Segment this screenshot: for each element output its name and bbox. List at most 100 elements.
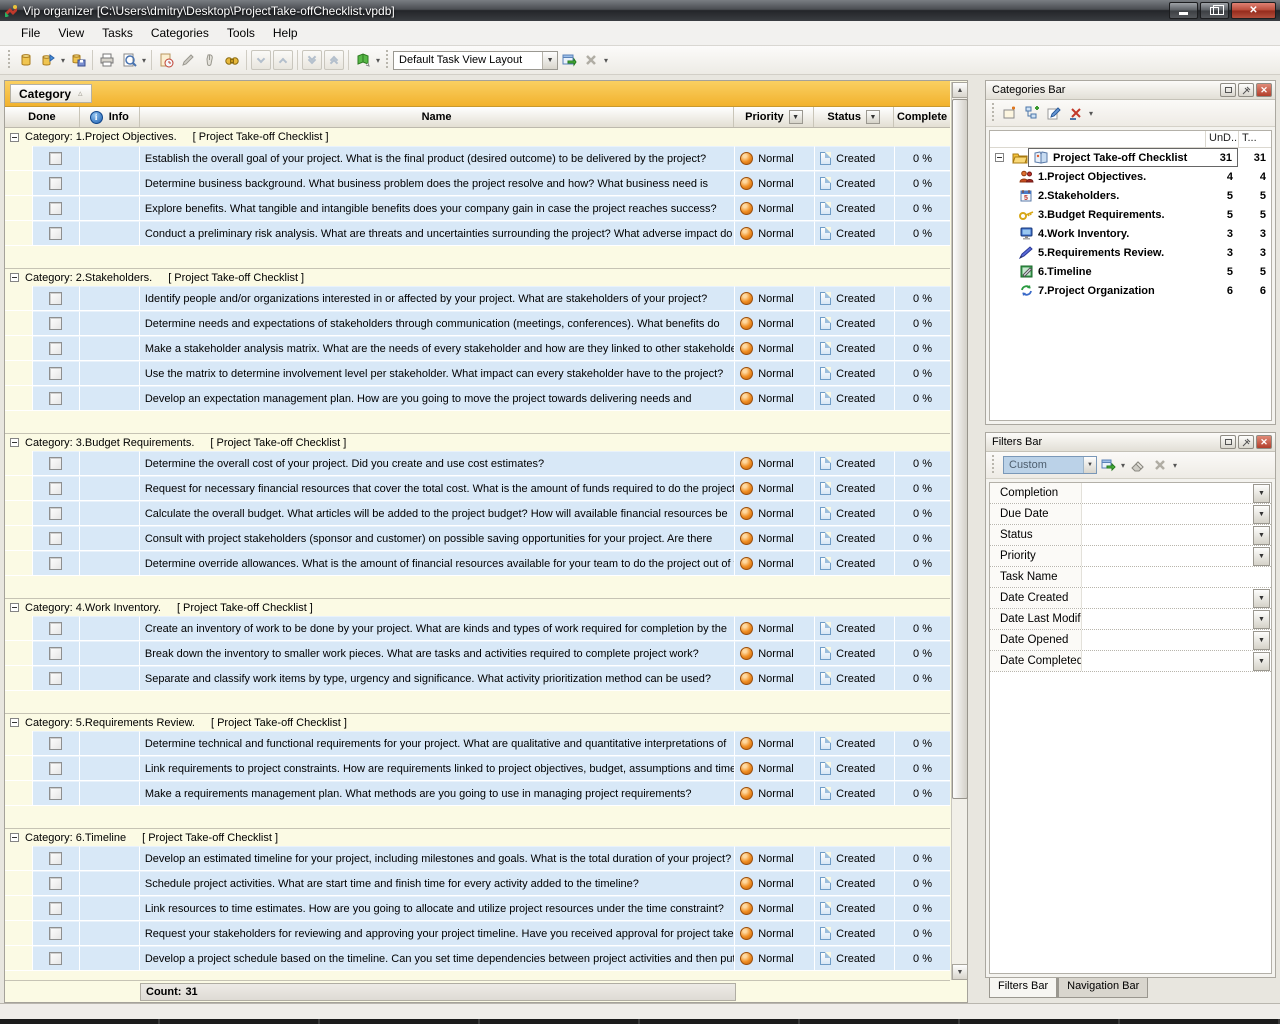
edit-category-button[interactable]: [1043, 102, 1065, 124]
panel-restore-button[interactable]: [1220, 83, 1236, 97]
delete-layout-button[interactable]: [580, 49, 602, 71]
task-row[interactable]: Develop a project schedule based on the …: [5, 946, 950, 971]
group-by-category-button[interactable]: Category ▵: [10, 84, 92, 103]
task-name-cell[interactable]: Schedule project activities. What are st…: [140, 871, 735, 895]
move-down-button[interactable]: [251, 50, 271, 70]
priority-cell[interactable]: Normal: [735, 336, 815, 360]
layout-dropdown-arrow[interactable]: ▾: [604, 56, 608, 65]
filter-value-field[interactable]: [1082, 630, 1253, 650]
task-name-cell[interactable]: Separate and classify work items by type…: [140, 666, 735, 690]
status-cell[interactable]: Created: [815, 526, 895, 550]
tree-column-total[interactable]: T...: [1238, 131, 1271, 147]
filter-value-field[interactable]: [1082, 651, 1253, 671]
status-cell[interactable]: Created: [815, 386, 895, 410]
filter-dropdown-button[interactable]: ▼: [1253, 484, 1270, 503]
done-checkbox[interactable]: [49, 877, 62, 890]
priority-cell[interactable]: Normal: [735, 666, 815, 690]
done-checkbox[interactable]: [49, 177, 62, 190]
done-checkbox[interactable]: [49, 342, 62, 355]
tree-item-stakeholders[interactable]: 5 2.Stakeholders. 5 5: [990, 186, 1271, 205]
filter-dropdown-button[interactable]: ▼: [1253, 652, 1270, 671]
status-cell[interactable]: Created: [815, 171, 895, 195]
status-cell[interactable]: Created: [815, 146, 895, 170]
task-name-cell[interactable]: Link requirements to project constraints…: [140, 756, 735, 780]
column-header-status[interactable]: Status▼: [814, 107, 894, 127]
task-name-cell[interactable]: Request for necessary financial resource…: [140, 476, 735, 500]
task-name-cell[interactable]: Determine the overall cost of your proje…: [140, 451, 735, 475]
task-row[interactable]: Calculate the overall budget. What artic…: [5, 501, 950, 526]
task-row[interactable]: Break down the inventory to smaller work…: [5, 641, 950, 666]
categories-toolbar-dropdown[interactable]: ▾: [1089, 109, 1093, 118]
group-header[interactable]: Category: 6.Timeline [ Project Take-off …: [5, 828, 950, 846]
new-database-button[interactable]: [15, 49, 37, 71]
panel-pin-button[interactable]: [1238, 435, 1254, 449]
collapse-icon[interactable]: [10, 833, 19, 842]
filter-preset-combobox[interactable]: Custom ▼: [1003, 456, 1097, 474]
collapse-icon[interactable]: [10, 603, 19, 612]
filter-value-field[interactable]: [1082, 588, 1253, 608]
task-name-cell[interactable]: Conduct a preliminary risk analysis. Wha…: [140, 221, 735, 245]
status-cell[interactable]: Created: [815, 946, 895, 970]
task-row[interactable]: Explore benefits. What tangible and inta…: [5, 196, 950, 221]
priority-cell[interactable]: Normal: [735, 361, 815, 385]
task-row[interactable]: Determine business background. What busi…: [5, 171, 950, 196]
priority-cell[interactable]: Normal: [735, 476, 815, 500]
status-cell[interactable]: Created: [815, 336, 895, 360]
scroll-down-button[interactable]: ▼: [952, 964, 968, 980]
task-name-cell[interactable]: Request your stakeholders for reviewing …: [140, 921, 735, 945]
task-row[interactable]: Separate and classify work items by type…: [5, 666, 950, 691]
scrollbar-thumb[interactable]: [952, 99, 968, 799]
done-checkbox[interactable]: [49, 202, 62, 215]
preview-dropdown-arrow[interactable]: ▾: [142, 56, 146, 65]
task-name-cell[interactable]: Consult with project stakeholders (spons…: [140, 526, 735, 550]
panel-restore-button[interactable]: [1220, 435, 1236, 449]
status-cell[interactable]: Created: [815, 921, 895, 945]
panel-close-button[interactable]: ✕: [1256, 83, 1272, 97]
menu-categories[interactable]: Categories: [142, 23, 218, 43]
menu-tools[interactable]: Tools: [218, 23, 264, 43]
panel-close-button[interactable]: ✕: [1256, 435, 1272, 449]
tree-column-undone[interactable]: UnD...: [1205, 131, 1238, 147]
new-task-button[interactable]: [155, 49, 177, 71]
menu-file[interactable]: File: [12, 23, 49, 43]
task-row[interactable]: Schedule project activities. What are st…: [5, 871, 950, 896]
move-bottom-button[interactable]: [302, 50, 322, 70]
done-checkbox[interactable]: [49, 532, 62, 545]
task-name-cell[interactable]: Develop a project schedule based on the …: [140, 946, 735, 970]
done-checkbox[interactable]: [49, 457, 62, 470]
done-checkbox[interactable]: [49, 622, 62, 635]
filter-value-field[interactable]: [1082, 546, 1253, 566]
status-cell[interactable]: Created: [815, 781, 895, 805]
move-up-button[interactable]: [273, 50, 293, 70]
move-top-button[interactable]: [324, 50, 344, 70]
task-name-cell[interactable]: Identify people and/or organizations int…: [140, 286, 735, 310]
task-row[interactable]: Use the matrix to determine involvement …: [5, 361, 950, 386]
status-cell[interactable]: Created: [815, 641, 895, 665]
done-checkbox[interactable]: [49, 367, 62, 380]
status-cell[interactable]: Created: [815, 731, 895, 755]
priority-cell[interactable]: Normal: [735, 286, 815, 310]
task-name-cell[interactable]: Establish the overall goal of your proje…: [140, 146, 735, 170]
task-row[interactable]: Determine technical and functional requi…: [5, 731, 950, 756]
done-checkbox[interactable]: [49, 952, 62, 965]
status-cell[interactable]: Created: [815, 846, 895, 870]
status-cell[interactable]: Created: [815, 551, 895, 575]
collapse-icon[interactable]: [10, 273, 19, 282]
task-row[interactable]: Establish the overall goal of your proje…: [5, 146, 950, 171]
save-database-button[interactable]: [67, 49, 89, 71]
task-name-cell[interactable]: Create an inventory of work to be done b…: [140, 616, 735, 640]
task-name-cell[interactable]: Develop an expectation management plan. …: [140, 386, 735, 410]
done-checkbox[interactable]: [49, 647, 62, 660]
find-task-button[interactable]: [221, 49, 243, 71]
status-cell[interactable]: Created: [815, 196, 895, 220]
priority-cell[interactable]: Normal: [735, 501, 815, 525]
scroll-up-button[interactable]: ▲: [952, 82, 968, 98]
priority-cell[interactable]: Normal: [735, 896, 815, 920]
done-checkbox[interactable]: [49, 292, 62, 305]
status-cell[interactable]: Created: [815, 871, 895, 895]
priority-cell[interactable]: Normal: [735, 781, 815, 805]
column-header-complete[interactable]: Complete: [894, 107, 950, 127]
done-checkbox[interactable]: [49, 762, 62, 775]
apply-filter-dropdown[interactable]: ▾: [1121, 461, 1125, 470]
tree-item-timeline[interactable]: 6.Timeline 5 5: [990, 262, 1271, 281]
